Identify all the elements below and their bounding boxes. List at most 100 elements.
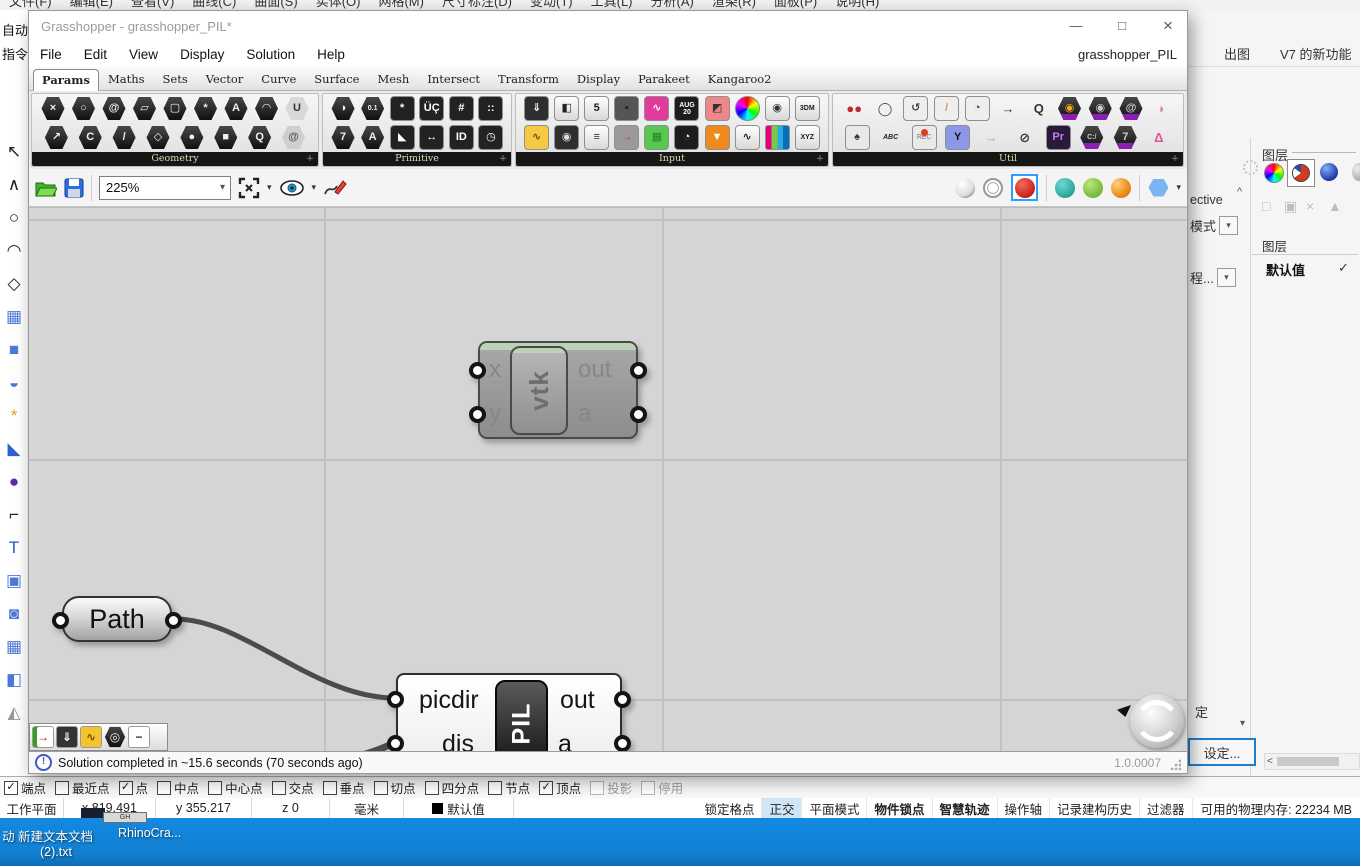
status-toggle-物件锁点[interactable]: 物件锁点: [867, 798, 933, 818]
abc-script-icon[interactable]: ABC: [878, 125, 903, 150]
input-port-x[interactable]: [469, 362, 486, 379]
plane-icon[interactable]: ▱: [133, 97, 156, 120]
c-drive-icon[interactable]: C:/: [1080, 126, 1104, 149]
horizontal-scrollbar[interactable]: <: [1264, 753, 1360, 770]
input-port-picdir[interactable]: [387, 691, 404, 708]
vector-icon[interactable]: ↗: [44, 126, 68, 149]
gh-titlebar[interactable]: Grasshopper - grasshopper_PIL* — □ ×: [29, 11, 1187, 41]
circle-icon[interactable]: ○: [72, 97, 95, 120]
pencil-icon[interactable]: /: [934, 96, 959, 121]
gh-menu-display[interactable]: Display: [169, 47, 235, 62]
gh-menu-help[interactable]: Help: [306, 47, 356, 62]
rectangle-icon[interactable]: ◇: [146, 126, 170, 149]
move-up-icon[interactable]: ▲: [1328, 198, 1342, 214]
rhino-tool-control-cage[interactable]: ▦: [1, 303, 27, 329]
status-toggle-锁定格点[interactable]: 锁定格点: [697, 798, 763, 818]
status-cell[interactable]: 毫米: [330, 798, 404, 818]
text-uc-icon[interactable]: ÜÇ: [419, 96, 445, 121]
new-layer-icon[interactable]: □: [1262, 198, 1270, 214]
minimize-button[interactable]: —: [1061, 15, 1091, 37]
maximize-button[interactable]: □: [1107, 15, 1137, 37]
chevron-down-icon[interactable]: ▾: [1240, 718, 1245, 729]
tab-surface[interactable]: Surface: [305, 68, 368, 90]
rhino-tool-polyline[interactable]: ∧: [1, 171, 27, 197]
knob-x-icon[interactable]: ◉: [1088, 97, 1112, 120]
3dm-icon[interactable]: 3DM: [794, 96, 820, 121]
matrix-icon[interactable]: #: [448, 96, 474, 121]
input-port[interactable]: [52, 612, 69, 629]
xyz-icon[interactable]: XYZ: [794, 125, 820, 150]
preview-eye-icon[interactable]: [279, 179, 305, 197]
group-expand-icon[interactable]: +: [816, 152, 824, 166]
custom-preview-orange-icon[interactable]: [1111, 177, 1132, 198]
zoom-extents-icon[interactable]: [238, 177, 260, 199]
checkbox-icon[interactable]: [424, 780, 439, 795]
checkbox-icon[interactable]: [641, 780, 656, 795]
chevron-down-icon[interactable]: ▾: [312, 182, 317, 193]
tab-transform[interactable]: Transform: [489, 68, 568, 90]
boolean-icon[interactable]: ◑: [331, 97, 355, 120]
scroll-up-icon[interactable]: ^: [1237, 186, 1242, 198]
component-name-capsule[interactable]: PIL: [495, 680, 548, 752]
rhino-menu-item[interactable]: 尺寸标注(D): [433, 0, 521, 10]
cherry-icon[interactable]: ●●: [842, 96, 867, 121]
osnap-交点[interactable]: 交点: [271, 778, 314, 797]
close-button[interactable]: ×: [1153, 15, 1183, 37]
rhino-tool-box[interactable]: ■: [1, 336, 27, 362]
color-bars-icon[interactable]: [764, 125, 790, 150]
open-file-icon[interactable]: [35, 178, 57, 198]
slider-widget-icon[interactable]: ⇓: [56, 726, 78, 748]
delete-layer-icon[interactable]: ×: [1306, 198, 1314, 214]
output-port-out[interactable]: [630, 362, 647, 379]
number-icon[interactable]: 0.1: [361, 97, 385, 120]
paint-icon[interactable]: ▼: [704, 125, 730, 150]
rhino-tool-select[interactable]: ↖: [1, 138, 27, 164]
rhino-tool-text[interactable]: T: [1, 534, 27, 560]
knob-icon[interactable]: ◉: [554, 125, 580, 150]
mesh-icon[interactable]: *: [194, 97, 217, 120]
rhino-tool-boolean[interactable]: *: [1, 402, 27, 428]
align-widget-icon[interactable]: →: [32, 726, 54, 748]
rhino-tool-solid[interactable]: ◙: [1, 600, 27, 626]
status-cell[interactable]: z 0: [252, 798, 330, 818]
clock2-icon[interactable]: ◔: [674, 125, 700, 150]
chevron-down-icon[interactable]: ▾: [267, 182, 272, 193]
settings-button[interactable]: 设定...: [1188, 738, 1256, 766]
burst-icon[interactable]: *: [389, 96, 415, 121]
output-port-a[interactable]: [630, 406, 647, 423]
premiere-icon[interactable]: Pr: [1045, 125, 1071, 150]
rec-icon[interactable]: REC: [911, 125, 937, 150]
tab-intersect[interactable]: Intersect: [418, 68, 489, 90]
output-port[interactable]: [165, 612, 182, 629]
collapse-widget-icon[interactable]: −: [128, 726, 150, 748]
display-mode-dropdown[interactable]: 模式 ▾: [1190, 216, 1239, 235]
rhino-menu-item[interactable]: 编辑(E): [61, 0, 122, 10]
osnap-四分点[interactable]: 四分点: [424, 778, 479, 797]
group-expand-icon[interactable]: +: [499, 152, 507, 166]
desktop-icon-label[interactable]: 动 新建文本文档: [2, 826, 93, 845]
sketch-pen-icon[interactable]: [323, 178, 347, 198]
checkbox-icon[interactable]: [271, 780, 286, 795]
drop-icon[interactable]: ◯: [873, 96, 898, 121]
rhino-menu-item[interactable]: 曲面(S): [245, 0, 306, 10]
projection-dropdown[interactable]: 程... ▾: [1190, 268, 1236, 287]
rhino-menu-item[interactable]: 实体(O): [307, 0, 370, 10]
sphere-icon[interactable]: ●: [180, 126, 204, 149]
osnap-停用[interactable]: 停用: [641, 778, 683, 797]
osnap-切点[interactable]: 切点: [373, 778, 416, 797]
osnap-节点[interactable]: 节点: [488, 778, 530, 797]
group-expand-icon[interactable]: +: [1171, 152, 1179, 166]
status-toggle-操作轴[interactable]: 操作轴: [998, 798, 1051, 818]
integer-icon[interactable]: 7: [331, 126, 355, 149]
osnap-端点[interactable]: ✓ 端点: [4, 778, 46, 797]
swirl-icon[interactable]: @: [282, 126, 305, 149]
cells-icon[interactable]: ::: [478, 96, 504, 121]
status-cell[interactable]: 工作平面: [0, 798, 64, 818]
gh-menu-solution[interactable]: Solution: [235, 47, 306, 62]
rhino-tool-split[interactable]: ◧: [1, 666, 27, 692]
zoom-out-icon[interactable]: Q: [1026, 96, 1051, 121]
status-toggle-平面模式[interactable]: 平面模式: [802, 798, 868, 818]
hexagon-widget-icon[interactable]: ◎: [104, 726, 126, 748]
rhino-menu-item[interactable]: 说明(H): [826, 0, 888, 10]
magnet-icon[interactable]: U: [285, 97, 309, 120]
